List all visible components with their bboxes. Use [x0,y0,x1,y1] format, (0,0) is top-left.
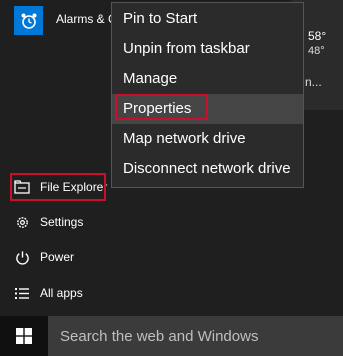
gear-icon [10,215,34,230]
taskbar: Search the web and Windows [0,316,343,356]
menu-item-pin-to-start[interactable]: Pin to Start [112,4,303,34]
search-input[interactable]: Search the web and Windows [48,316,343,356]
app-label-alarms: Alarms & C [56,12,117,26]
left-item-label: All apps [40,286,83,300]
power-icon [10,250,34,265]
menu-item-map-network-drive[interactable]: Map network drive [112,124,303,154]
menu-item-disconnect-network-drive[interactable]: Disconnect network drive [112,154,303,184]
list-icon [10,287,34,300]
left-item-settings[interactable]: Settings [10,207,110,237]
file-explorer-highlight [10,173,106,201]
weather-temp-low: 48° [308,45,325,57]
properties-highlight [115,94,208,120]
menu-item-manage[interactable]: Manage [112,64,303,94]
menu-item-unpin-from-taskbar[interactable]: Unpin from taskbar [112,34,303,64]
left-item-all-apps[interactable]: All apps [10,278,110,308]
weather-temp-high: 58° [308,29,327,43]
start-menu: Alarms & C e 58° 48° n... File Explorer … [0,0,343,316]
left-item-power[interactable]: Power [10,242,110,272]
alarm-clock-icon [14,6,43,35]
weather-location: n... [305,75,322,89]
context-menu: Pin to Start Unpin from taskbar Manage P… [111,2,304,188]
windows-logo-icon[interactable] [0,316,48,356]
left-item-label: Settings [40,215,84,229]
left-item-label: Power [40,250,75,264]
